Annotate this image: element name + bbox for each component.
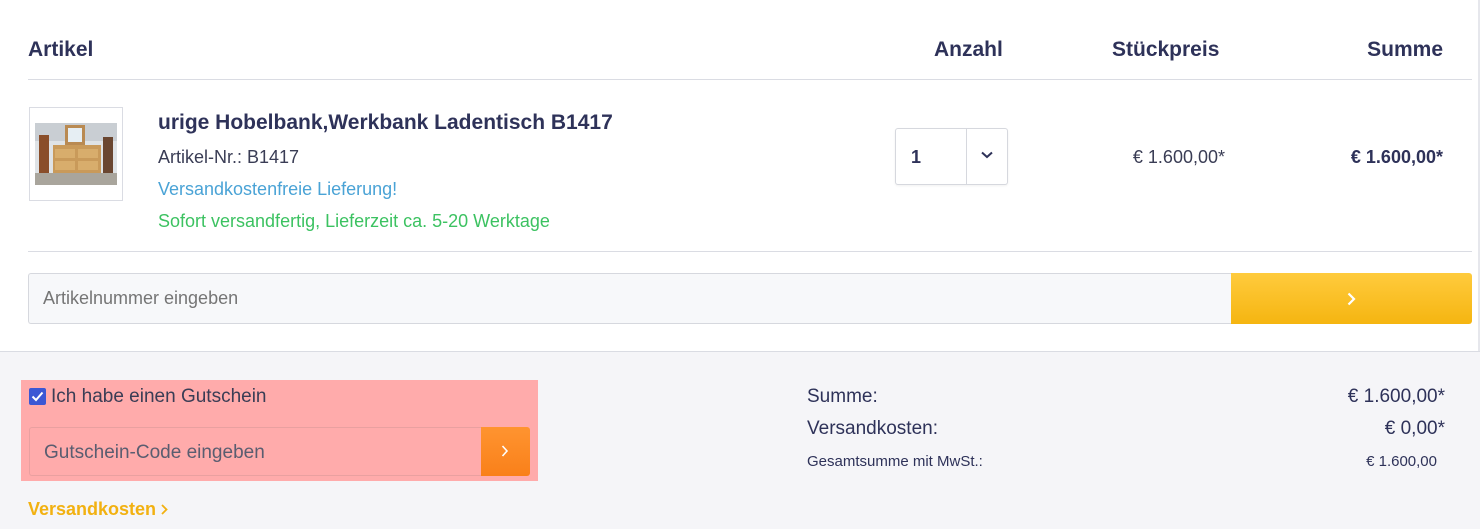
shipping-free-note: Versandkostenfreie Lieferung! xyxy=(158,179,398,199)
article-number: Artikel-Nr.: B1417 xyxy=(158,147,300,167)
header-article: Artikel xyxy=(28,38,94,61)
unit-price: € 1.600,00* xyxy=(1132,147,1225,167)
cart-item-row: urige Hobelbank,Werkbank Ladentisch B141… xyxy=(28,80,1472,252)
summary-grand-total-row: Gesamtsumme mit MwSt.: € 1.600,00 xyxy=(807,453,1445,481)
article-number-input[interactable] xyxy=(28,273,1231,324)
quantity-dropdown-button[interactable] xyxy=(966,129,1007,184)
summary-grand-total-value: € 1.600,00 xyxy=(1366,453,1437,470)
cart-table: Artikel Anzahl Stückpreis Summe urige Ho… xyxy=(0,0,1480,529)
shipping-costs-link[interactable]: Versandkosten xyxy=(28,499,168,520)
summary-sum-row: Summe: € 1.600,00* xyxy=(807,386,1445,414)
quantity-select[interactable]: 1 xyxy=(895,128,1008,185)
summary-shipping-row: Versandkosten: € 0,00* xyxy=(807,418,1445,446)
voucher-submit-button[interactable] xyxy=(481,427,530,476)
add-article-form xyxy=(28,273,1472,324)
summary-shipping-value: € 0,00* xyxy=(1384,418,1445,439)
header-quantity: Anzahl xyxy=(934,38,1003,61)
header-unit-price: Stückpreis xyxy=(1112,38,1220,61)
chevron-right-icon xyxy=(1347,292,1356,306)
voucher-code-placeholder: Gutschein-Code eingeben xyxy=(44,442,265,463)
header-sum: Summe xyxy=(1367,38,1443,61)
quantity-value: 1 xyxy=(911,147,922,167)
chevron-down-icon xyxy=(981,151,993,159)
chevron-right-icon xyxy=(161,504,168,515)
product-thumbnail[interactable] xyxy=(29,107,123,201)
checkmark-icon xyxy=(31,391,44,402)
cart-footer: Ich habe einen Gutschein Gutschein-Code … xyxy=(0,351,1480,529)
shipping-costs-link-label: Versandkosten xyxy=(28,499,157,519)
chevron-right-icon xyxy=(501,445,509,457)
cart-header-row: Artikel Anzahl Stückpreis Summe xyxy=(28,0,1472,80)
summary-grand-total-label: Gesamtsumme mit MwSt.: xyxy=(807,453,983,470)
summary-sum-label: Summe: xyxy=(807,386,878,407)
summary-shipping-label: Versandkosten: xyxy=(807,418,938,439)
availability-note: Sofort versandfertig, Lieferzeit ca. 5-2… xyxy=(158,211,550,231)
voucher-checkbox[interactable] xyxy=(29,388,46,405)
summary-sum-value: € 1.600,00* xyxy=(1347,386,1445,407)
voucher-code-input[interactable]: Gutschein-Code eingeben xyxy=(29,427,481,476)
product-title[interactable]: urige Hobelbank,Werkbank Ladentisch B141… xyxy=(158,111,613,135)
voucher-checkbox-label[interactable]: Ich habe einen Gutschein xyxy=(51,386,267,408)
line-total: € 1.600,00* xyxy=(1350,147,1443,167)
voucher-section: Ich habe einen Gutschein Gutschein-Code … xyxy=(21,380,538,481)
product-image xyxy=(35,123,117,185)
add-article-button[interactable] xyxy=(1231,273,1472,324)
